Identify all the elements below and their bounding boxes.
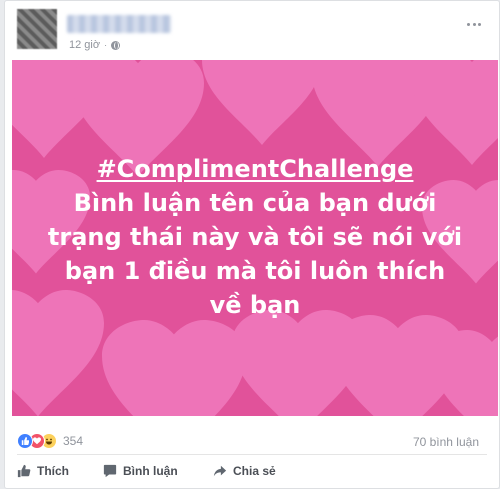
reactions-summary[interactable]: 354 — [17, 433, 83, 449]
post-text-line: trạng thái này và tôi sẽ nói với — [47, 223, 463, 251]
comment-icon — [103, 464, 117, 478]
share-button[interactable]: Chia sẻ — [213, 464, 276, 478]
share-icon — [213, 465, 227, 477]
more-options-icon[interactable] — [467, 19, 481, 29]
thumbs-up-icon — [17, 464, 31, 478]
hashtag[interactable]: #ComplimentChallenge — [12, 152, 498, 186]
reaction-count: 354 — [63, 434, 84, 448]
like-icon — [17, 433, 33, 449]
post-meta: 12 giờ · — [69, 39, 121, 51]
post-text-line: bạn 1 điều mà tôi luôn thích — [64, 257, 446, 285]
avatar[interactable] — [17, 9, 57, 49]
like-button[interactable]: Thích — [17, 464, 69, 478]
share-label: Chia sẻ — [233, 464, 276, 478]
post-timestamp[interactable]: 12 giờ — [69, 39, 100, 51]
meta-separator: · — [104, 40, 108, 50]
post-text-line: Bình luận tên của bạn dưới — [73, 189, 437, 217]
author-name-blurred[interactable] — [67, 15, 171, 33]
post-card: 12 giờ · #ComplimentChallenge Bình luận … — [4, 0, 500, 489]
comment-count[interactable]: 70 bình luận — [413, 435, 479, 449]
comment-label: Bình luận — [123, 464, 178, 478]
divider — [17, 454, 487, 455]
post-header: 12 giờ · — [15, 7, 485, 51]
comment-button[interactable]: Bình luận — [103, 464, 178, 478]
post-image[interactable]: #ComplimentChallenge Bình luận tên của b… — [12, 60, 498, 416]
post-text-line: về bạn — [209, 291, 301, 319]
action-bar: Thích Bình luận Chia sẻ — [17, 464, 487, 484]
like-label: Thích — [37, 464, 69, 478]
post-image-text: #ComplimentChallenge Bình luận tên của b… — [12, 152, 498, 322]
globe-icon[interactable] — [111, 40, 121, 50]
